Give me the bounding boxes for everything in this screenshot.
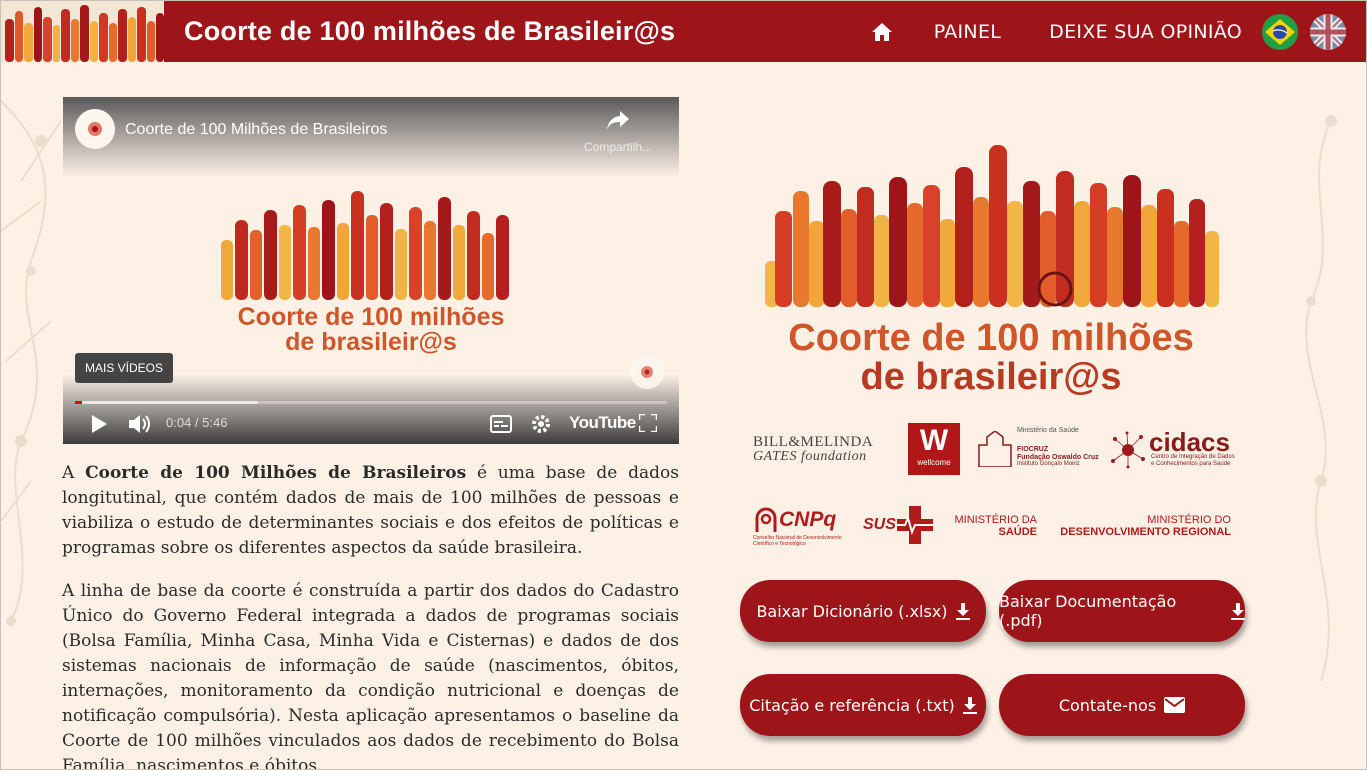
- cnpq-logo: CNPq Conselho Nacional de Desenvolviment…: [753, 507, 842, 547]
- contact-us-button[interactable]: Contate-nos: [999, 674, 1245, 736]
- download-icon: [955, 602, 970, 620]
- subtitles-icon[interactable]: [490, 415, 512, 433]
- gates-foundation-logo: BILL&MELINDA GATES foundation: [753, 434, 874, 464]
- cidacs-logo: cidacs Centro de Integração de Dados e C…: [1107, 427, 1235, 471]
- home-link[interactable]: [871, 22, 892, 41]
- ministerio-saude-logo: MINISTÉRIO DA SAÚDE: [954, 514, 1037, 538]
- site-title: Coorte de 100 milhões de Brasileir@s: [184, 16, 676, 46]
- video-thumbnail-crowd: [221, 191, 509, 300]
- project-name: Coorte de 100 Milhões de Brasileiros: [85, 463, 467, 483]
- video-title[interactable]: Coorte de 100 Milhões de Brasileiros: [125, 121, 387, 139]
- download-icon: [1231, 602, 1245, 620]
- mail-icon: [1164, 697, 1186, 713]
- video-thumbnail-title: Coorte de 100 milhões de brasileir@s: [237, 303, 505, 356]
- cohort-logo-title: Coorte de 100 milhões de brasileir@s: [741, 319, 1241, 397]
- page: Coorte de 100 milhões de Brasileir@s PAI…: [0, 0, 1367, 770]
- volume-icon[interactable]: [129, 414, 153, 434]
- brazil-flag-icon[interactable]: [1262, 13, 1298, 50]
- home-icon: [871, 22, 892, 41]
- fullscreen-icon[interactable]: [639, 414, 657, 432]
- fiocruz-logo: Ministério da Saúde FIOCRUZ Fundação Osw…: [977, 427, 1099, 469]
- top-navbar: Coorte de 100 milhões de Brasileir@s PAI…: [1, 1, 1366, 62]
- share-icon: [607, 111, 629, 130]
- cohort-logo-line2: de brasileir@s: [860, 356, 1122, 398]
- cohort-logo-line1: Coorte de 100 milhões: [788, 317, 1194, 359]
- download-dictionary-button[interactable]: Baixar Dicionário (.xlsx): [740, 580, 986, 642]
- cnpq-emblem-icon: [755, 507, 777, 532]
- share-label: Compartilh...: [583, 140, 653, 154]
- more-videos-button[interactable]: MAIS VÍDEOS: [75, 353, 174, 383]
- video-controls: 0:04 / 5:46 YouTube: [63, 407, 679, 443]
- nav-painel[interactable]: PAINEL: [934, 21, 1001, 43]
- share-button[interactable]: Compartilh...: [573, 111, 663, 154]
- intro-paragraph-1: A Coorte de 100 Milhões de Brasileiros é…: [62, 463, 680, 558]
- nav-deixe-sua-opiniao[interactable]: DEIXE SUA OPINIÃO: [1049, 21, 1242, 43]
- video-time: 0:04 / 5:46: [166, 415, 228, 430]
- video-progress-bar[interactable]: [75, 401, 667, 404]
- header-nav: PAINEL DEIXE SUA OPINIÃO: [871, 1, 1366, 62]
- channel-watermark[interactable]: [630, 355, 664, 389]
- youtube-video-player[interactable]: Coorte de 100 milhões de brasileir@s Coo…: [63, 97, 679, 444]
- sus-logo: SUS: [863, 506, 935, 544]
- fiocruz-building-icon: [978, 431, 1012, 467]
- cidacs-network-icon: [1111, 431, 1145, 469]
- ministerio-desenvolvimento-regional-logo: MINISTÉRIO DO DESENVOLVIMENTO REGIONAL: [1060, 514, 1231, 538]
- sus-cross-icon: [897, 506, 933, 544]
- youtube-logo[interactable]: YouTube: [569, 413, 636, 433]
- intro-text: A Coorte de 100 Milhões de Brasileiros é…: [62, 461, 680, 770]
- settings-gear-icon[interactable]: [531, 414, 551, 434]
- channel-avatar[interactable]: [75, 109, 115, 149]
- video-progress-played: [75, 401, 82, 404]
- uk-flag-icon[interactable]: [1310, 13, 1346, 50]
- download-icon: [962, 696, 977, 714]
- download-documentation-button[interactable]: Baixar Documentação (.pdf): [999, 580, 1245, 642]
- header-logo-crowd[interactable]: [1, 1, 164, 62]
- wellcome-logo: W wellcome: [908, 423, 960, 475]
- citation-reference-button[interactable]: Citação e referência (.txt): [740, 674, 986, 736]
- intro-paragraph-2: A linha de base da coorte é construída a…: [62, 581, 679, 770]
- play-icon[interactable]: [91, 415, 107, 433]
- cohort-logo-crowd: [765, 145, 1219, 307]
